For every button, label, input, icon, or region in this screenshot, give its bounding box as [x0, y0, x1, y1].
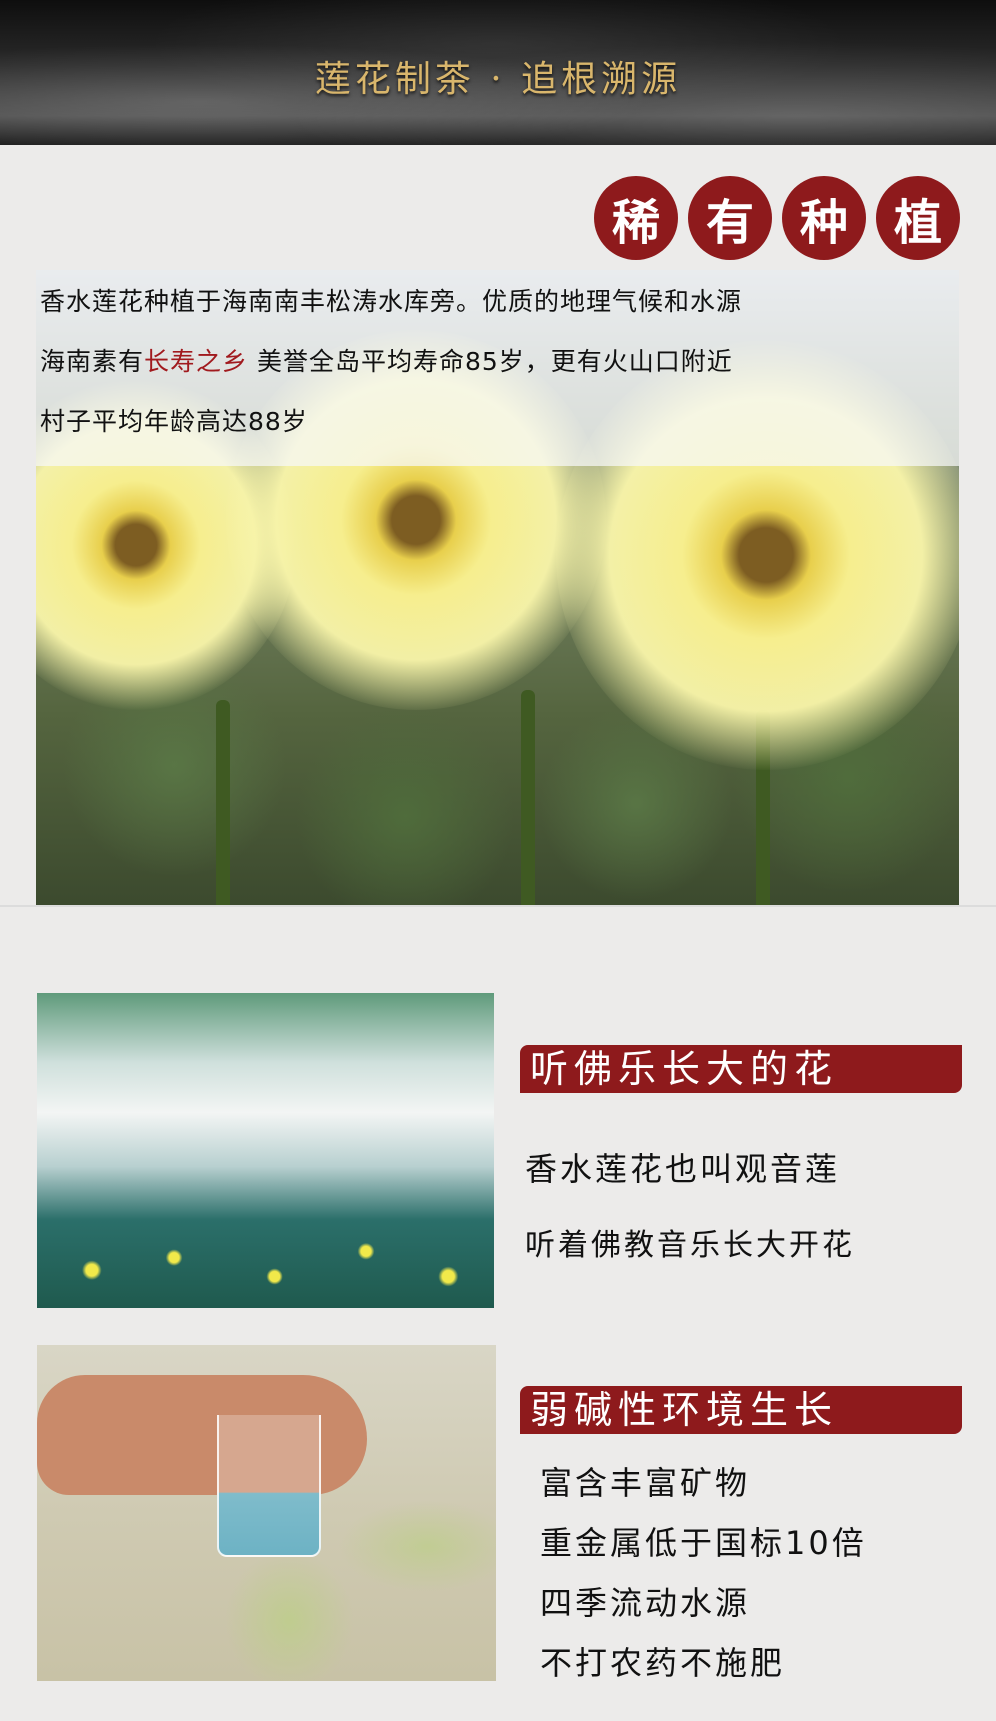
longevity-highlight: 长寿之乡 [144, 347, 249, 376]
badge-char: 稀 [594, 176, 678, 260]
intro-text-panel: 香水莲花种植于海南南丰松涛水库旁。优质的地理气候和水源 海南素有长寿之乡 美誉全… [36, 270, 959, 466]
lotus-stem [216, 700, 230, 905]
banner-title: 莲花制茶 · 追根溯源 [314, 59, 682, 100]
badge-char: 种 [782, 176, 866, 260]
intro-line-2: 海南素有长寿之乡 美誉全岛平均寿命85岁，更有火山口附近 [40, 342, 733, 378]
water-beaker-photo [37, 1345, 496, 1681]
lotus-hero-image: 香水莲花种植于海南南丰松涛水库旁。优质的地理气候和水源 海南素有长寿之乡 美誉全… [36, 270, 959, 905]
header-banner: 莲花制茶 · 追根溯源 [0, 0, 996, 145]
section1-line-2: 听着佛教音乐长大开花 [525, 1228, 855, 1263]
intro-line-2-pre: 海南素有 [40, 347, 145, 376]
section2-line-4: 不打农药不施肥 [540, 1644, 786, 1682]
section1-line-1: 香水莲花也叫观音莲 [525, 1150, 841, 1188]
section-divider [0, 905, 996, 907]
section2-line-3: 四季流动水源 [540, 1584, 751, 1622]
misty-lake-photo [37, 993, 494, 1308]
intro-line-1: 香水莲花种植于海南南丰松涛水库旁。优质的地理气候和水源 [40, 287, 743, 316]
lotus-stem [521, 690, 535, 905]
badge-char: 植 [876, 176, 960, 260]
intro-line-2-post: 美誉全岛平均寿命85岁，更有火山口附近 [248, 347, 733, 376]
beaker [217, 1415, 321, 1557]
section2-title-tag: 弱碱性环境生长 [520, 1386, 962, 1434]
intro-line-3: 村子平均年龄高达88岁 [40, 407, 308, 436]
rare-planting-badge: 稀 有 种 植 [594, 176, 960, 260]
badge-char: 有 [688, 176, 772, 260]
section1-title-tag: 听佛乐长大的花 [520, 1045, 962, 1093]
section2-line-1: 富含丰富矿物 [540, 1464, 751, 1502]
section2-line-2: 重金属低于国标10倍 [540, 1524, 867, 1562]
